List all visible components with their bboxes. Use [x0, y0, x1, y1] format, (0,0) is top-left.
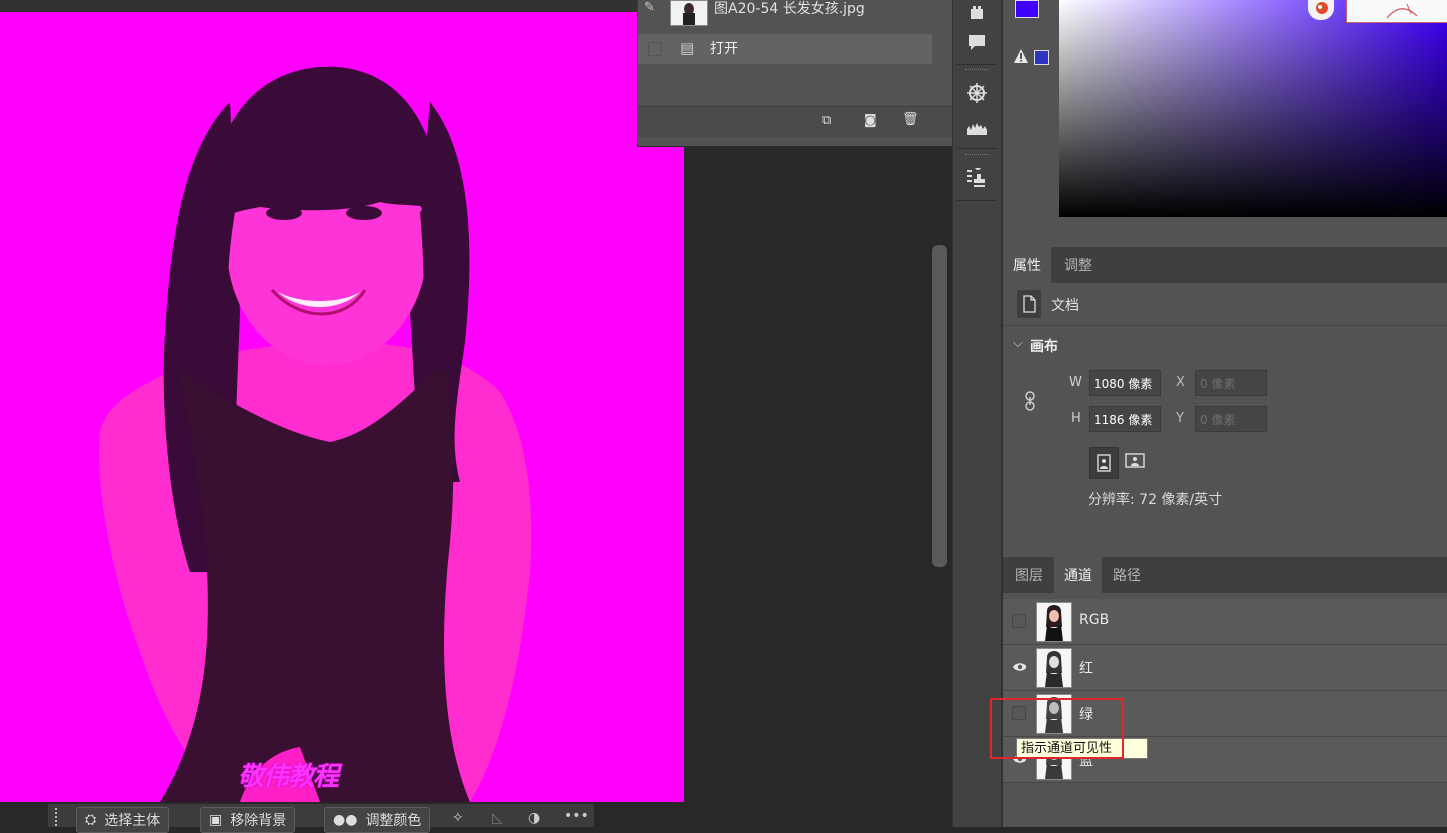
channels-empty-area: [1003, 783, 1447, 827]
adjust-color-icon: ●●: [333, 812, 358, 828]
history-state-checkbox[interactable]: [648, 42, 662, 56]
properties-tab-bar: 属性 调整: [1003, 247, 1447, 283]
select-subject-icon: ⛭: [85, 812, 97, 828]
watermark-text: 敬伟教程: [238, 762, 339, 792]
tab-adjustments[interactable]: 调整: [1054, 247, 1102, 283]
resolution-text: 分辨率: 72 像素/英寸: [1088, 492, 1223, 508]
history-brush-icon[interactable]: ✎: [644, 0, 655, 15]
taskbar-drag-handle[interactable]: [55, 808, 61, 826]
select-subject-button[interactable]: ⛭ 选择主体: [76, 807, 170, 833]
strip-separator: [957, 148, 997, 149]
width-field[interactable]: 1080 像素: [1089, 370, 1161, 396]
y-field: 0 像素: [1195, 406, 1267, 432]
canvas-section-title[interactable]: 画布: [1030, 336, 1058, 356]
strip-grip[interactable]: [965, 154, 989, 158]
image-icon: ▣: [209, 812, 223, 828]
history-open-row[interactable]: ▤ 打开: [638, 34, 932, 64]
clone-source-icon[interactable]: [965, 166, 989, 190]
history-open-label: 打开: [710, 41, 738, 57]
adjustment-icon[interactable]: ◑: [528, 810, 540, 826]
document-image[interactable]: [0, 12, 684, 802]
channel-thumbnail: [1036, 602, 1072, 642]
channel-name: 红: [1079, 661, 1093, 677]
magic-wand-icon[interactable]: ✧: [452, 810, 464, 826]
section-divider: [1003, 325, 1447, 326]
x-field: 0 像素: [1195, 370, 1267, 396]
warning-icon: [1013, 48, 1029, 64]
adjust-color-label: 调整颜色: [365, 813, 422, 829]
trash-icon[interactable]: 🗑: [902, 112, 919, 127]
contextual-task-bar: ⛭ 选择主体 ▣ 移除背景 ●● 调整颜色 ✧ ◺ ◑ •••: [48, 804, 594, 833]
portrait-orientation-icon: [1097, 454, 1111, 472]
extension-badge-icon[interactable]: [1308, 0, 1334, 20]
select-subject-label: 选择主体: [104, 813, 161, 829]
height-field[interactable]: 1186 像素: [1089, 406, 1161, 432]
history-footer: ⧉ ◙ 🗑: [638, 106, 952, 137]
camera-icon[interactable]: ◙: [864, 113, 877, 128]
eye-icon[interactable]: [1012, 660, 1026, 674]
channels-tab-bar: 图层 通道 路径: [1003, 557, 1447, 593]
comment-icon[interactable]: [965, 30, 989, 54]
portrait-illustration: [99, 66, 532, 802]
document-label: 文档: [1051, 298, 1079, 314]
color-picker-field[interactable]: [1059, 0, 1447, 217]
chevron-down-icon[interactable]: ⌵: [1013, 336, 1023, 351]
y-label: Y: [1176, 411, 1184, 426]
adjust-color-button[interactable]: ●● 调整颜色: [324, 807, 431, 833]
channel-row-red[interactable]: 红: [1003, 645, 1447, 691]
width-label: W: [1069, 375, 1082, 390]
history-snapshot-thumbnail: [670, 0, 708, 26]
navigator-wheel-icon[interactable]: [965, 81, 989, 105]
strip-separator: [957, 64, 997, 65]
tab-layers[interactable]: 图层: [1005, 557, 1053, 593]
history-snapshot-label: 图A20-54 长发女孩.jpg: [714, 1, 865, 17]
portrait-orientation-button[interactable]: [1089, 447, 1119, 479]
channel-row-rgb[interactable]: RGB: [1003, 599, 1447, 645]
vertical-scrollbar[interactable]: [932, 245, 947, 567]
histogram-icon[interactable]: [965, 116, 989, 140]
x-label: X: [1176, 375, 1185, 390]
mask-icon[interactable]: ◺: [492, 810, 503, 826]
tab-properties[interactable]: 属性: [1003, 247, 1051, 283]
foreground-color-swatch[interactable]: [1015, 0, 1039, 18]
document-icon: ▤: [680, 39, 695, 57]
strip-grip[interactable]: [965, 69, 989, 73]
channel-name: RGB: [1079, 612, 1110, 628]
strip-separator: [957, 200, 997, 201]
history-snapshot-row[interactable]: ✎ 图A20-54 长发女孩.jpg: [638, 0, 932, 32]
link-chain-icon[interactable]: [1023, 390, 1037, 412]
remove-background-label: 移除背景: [230, 813, 287, 829]
document-icon: [1017, 290, 1041, 318]
tab-paths[interactable]: 路径: [1103, 557, 1151, 593]
more-icon[interactable]: •••: [564, 808, 589, 824]
channel-visibility-toggle[interactable]: [1012, 614, 1026, 628]
annotation-highlight-box: [990, 698, 1124, 759]
landscape-orientation-button[interactable]: [1125, 453, 1145, 469]
extension-banner[interactable]: [1346, 0, 1447, 23]
channel-thumbnail: [1036, 648, 1072, 688]
remove-background-button[interactable]: ▣ 移除背景: [200, 807, 296, 833]
plugin-icon[interactable]: [965, 0, 989, 24]
gamut-color-swatch[interactable]: [1034, 50, 1049, 65]
canvas-top-edge: [0, 0, 640, 12]
height-label: H: [1071, 411, 1081, 426]
new-document-from-state-icon[interactable]: ⧉: [822, 113, 831, 128]
history-panel: ✎ 图A20-54 长发女孩.jpg ▤ 打开 ⧉ ◙ 🗑: [637, 0, 952, 147]
tab-channels[interactable]: 通道: [1054, 557, 1102, 593]
landscape-orientation-icon: [1125, 453, 1145, 468]
